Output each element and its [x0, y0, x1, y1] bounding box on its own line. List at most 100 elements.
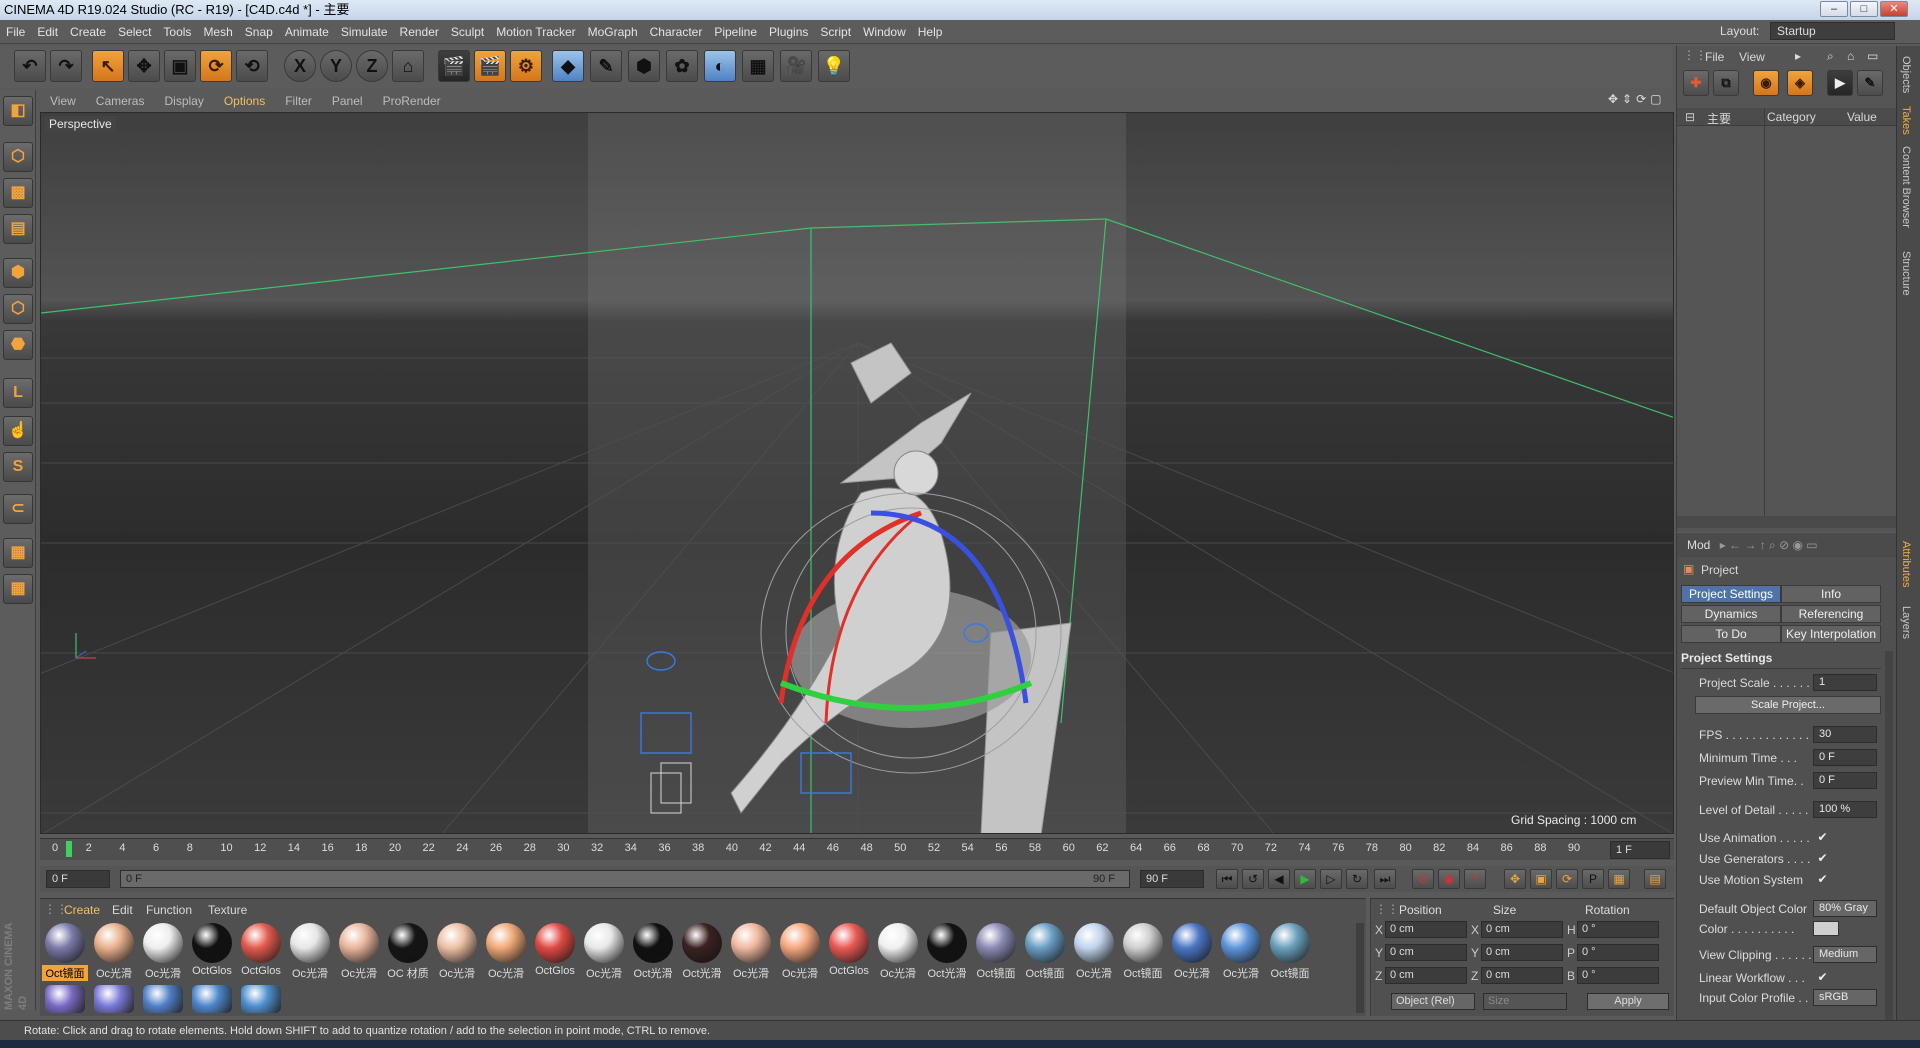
- material-item[interactable]: Oct镜面: [42, 923, 88, 981]
- mat-menu-texture[interactable]: Texture: [208, 903, 247, 917]
- menu-edit[interactable]: Edit: [31, 20, 64, 44]
- close-window-button[interactable]: ✕: [1880, 1, 1908, 17]
- menu-file[interactable]: File: [0, 20, 31, 44]
- material-item[interactable]: Oct镜面: [1267, 923, 1313, 981]
- material-scrollbar[interactable]: [1356, 923, 1364, 1013]
- view-clipping-select[interactable]: Medium: [1813, 946, 1877, 963]
- menu-mesh[interactable]: Mesh: [197, 20, 238, 44]
- om-menu-file[interactable]: File: [1705, 50, 1724, 64]
- use-animation-checkbox[interactable]: ✔: [1815, 830, 1830, 845]
- solo-icon[interactable]: S: [3, 452, 33, 482]
- material-item[interactable]: OC 材质: [385, 923, 431, 981]
- play-icon[interactable]: ▶: [1294, 869, 1316, 889]
- viewport-menu-cameras[interactable]: Cameras: [86, 91, 155, 111]
- use-generators-checkbox[interactable]: ✔: [1815, 851, 1830, 866]
- expand-arrow-icon[interactable]: ▸: [1795, 49, 1801, 63]
- material-item[interactable]: Oc光滑: [336, 923, 382, 981]
- layout-select[interactable]: Startup: [1770, 22, 1895, 40]
- rot-h-field[interactable]: 0 °: [1577, 921, 1659, 938]
- recent-tool-icon[interactable]: ⟲: [236, 50, 268, 82]
- size-mode-select[interactable]: Size: [1483, 993, 1567, 1010]
- material-item[interactable]: Oc光滑: [140, 923, 186, 981]
- playhead-marker[interactable]: [66, 841, 72, 857]
- mat-menu-edit[interactable]: Edit: [112, 903, 133, 917]
- take-override-icon[interactable]: ◉: [1753, 70, 1779, 96]
- viewport-menu-filter[interactable]: Filter: [275, 91, 322, 111]
- subdivision-icon[interactable]: ⬢: [628, 50, 660, 82]
- end-frame-field[interactable]: 90 F: [1140, 870, 1204, 888]
- material-item[interactable]: OctGlos: [238, 923, 284, 981]
- size-y-field[interactable]: 0 cm: [1481, 944, 1563, 961]
- workplane-icon[interactable]: ▤: [3, 214, 33, 244]
- key-scale-icon[interactable]: ▣: [1530, 869, 1552, 889]
- fps-field[interactable]: 30: [1813, 726, 1877, 743]
- render-picture-viewer-icon[interactable]: 🎬: [474, 50, 506, 82]
- key-pla-icon[interactable]: ▦: [1608, 869, 1630, 889]
- floor-icon[interactable]: ▦: [742, 50, 774, 82]
- current-frame-field[interactable]: 1 F: [1610, 841, 1670, 859]
- material-item[interactable]: Oc光滑: [1071, 923, 1117, 981]
- om-layers-icon[interactable]: ▭: [1867, 49, 1878, 63]
- take-clone-icon[interactable]: ⧉: [1713, 70, 1739, 96]
- axis-mode-icon[interactable]: L: [3, 378, 33, 408]
- tab-to-do[interactable]: To Do: [1681, 625, 1781, 643]
- material-item[interactable]: Oc光滑: [581, 923, 627, 981]
- timeline-window-icon[interactable]: ▤: [1644, 869, 1666, 889]
- take-lock-icon[interactable]: ✎: [1857, 70, 1883, 96]
- menu-create[interactable]: Create: [64, 20, 112, 44]
- material-item[interactable]: Oc光滑: [1218, 923, 1264, 981]
- color-swatch[interactable]: [1813, 921, 1839, 936]
- redo-icon[interactable]: ↷: [50, 50, 82, 82]
- om-scrollbar[interactable]: [1677, 516, 1897, 528]
- frame-range-slider[interactable]: 0 F 90 F: [120, 870, 1130, 888]
- apply-button[interactable]: Apply: [1587, 993, 1669, 1010]
- material-item[interactable]: OctGlos: [189, 923, 235, 981]
- next-frame-icon[interactable]: ▷: [1320, 869, 1342, 889]
- viewport-nav-icons[interactable]: ✥⇕⟳▢: [1608, 92, 1666, 106]
- menu-select[interactable]: Select: [112, 20, 157, 44]
- tweak-mode-icon[interactable]: ☝: [3, 416, 33, 446]
- snap-icon[interactable]: ⊂: [3, 494, 33, 524]
- minimum-time-field[interactable]: 0 F: [1813, 749, 1877, 766]
- viewport-menu-options[interactable]: Options: [214, 91, 275, 111]
- scale-project-button[interactable]: Scale Project...: [1695, 696, 1881, 714]
- size-z-field[interactable]: 0 cm: [1481, 967, 1563, 984]
- previous-frame-icon[interactable]: ◀: [1268, 869, 1290, 889]
- attr-nav-icons[interactable]: ▸ ← → ↑ ⌕ ⊘ ◉ ▭: [1720, 538, 1818, 552]
- previous-key-icon[interactable]: ↺: [1242, 869, 1264, 889]
- attr-mode-label[interactable]: Mod: [1687, 538, 1710, 552]
- col-value[interactable]: Value: [1847, 110, 1877, 124]
- deformer-icon[interactable]: ◐: [704, 50, 736, 82]
- material-item[interactable]: Oc光滑: [91, 923, 137, 981]
- linear-workflow-checkbox[interactable]: ✔: [1815, 970, 1830, 985]
- viewport-menu-prorender[interactable]: ProRender: [373, 91, 451, 111]
- pos-x-field[interactable]: 0 cm: [1385, 921, 1467, 938]
- rot-p-field[interactable]: 0 °: [1577, 944, 1659, 961]
- menu-tools[interactable]: Tools: [157, 20, 197, 44]
- go-to-end-icon[interactable]: ⏭: [1374, 869, 1396, 889]
- use-motion-system-checkbox[interactable]: ✔: [1815, 872, 1830, 887]
- menu-character[interactable]: Character: [644, 20, 709, 44]
- menu-pipeline[interactable]: Pipeline: [708, 20, 763, 44]
- key-position-icon[interactable]: ✥: [1504, 869, 1526, 889]
- level-of-detail-field[interactable]: 100 %: [1813, 801, 1877, 818]
- material-item[interactable]: Oc光滑: [434, 923, 480, 981]
- menu-animate[interactable]: Animate: [279, 20, 335, 44]
- rot-b-field[interactable]: 0 °: [1577, 967, 1659, 984]
- pen-icon[interactable]: ✎: [590, 50, 622, 82]
- material-item[interactable]: Oct镜面: [973, 923, 1019, 981]
- tab-project-settings[interactable]: Project Settings: [1681, 585, 1781, 603]
- start-frame-field[interactable]: 0 F: [46, 870, 110, 888]
- om-home-icon[interactable]: ⌂: [1847, 49, 1854, 63]
- take-render-icon[interactable]: ▶: [1827, 70, 1853, 96]
- edges-mode-icon[interactable]: ⬡: [3, 294, 33, 324]
- x-axis-icon[interactable]: X: [284, 50, 316, 82]
- perspective-viewport[interactable]: Perspective Grid Spacing : 1000 cm: [40, 112, 1674, 834]
- input-color-profile-select[interactable]: sRGB: [1813, 989, 1877, 1006]
- size-x-field[interactable]: 0 cm: [1481, 921, 1563, 938]
- take-add-icon[interactable]: ✚: [1683, 70, 1709, 96]
- material-item[interactable]: Oc光滑: [777, 923, 823, 981]
- render-settings-icon[interactable]: ⚙: [510, 50, 542, 82]
- menu-help[interactable]: Help: [912, 20, 949, 44]
- project-scale-field[interactable]: 1: [1813, 674, 1877, 691]
